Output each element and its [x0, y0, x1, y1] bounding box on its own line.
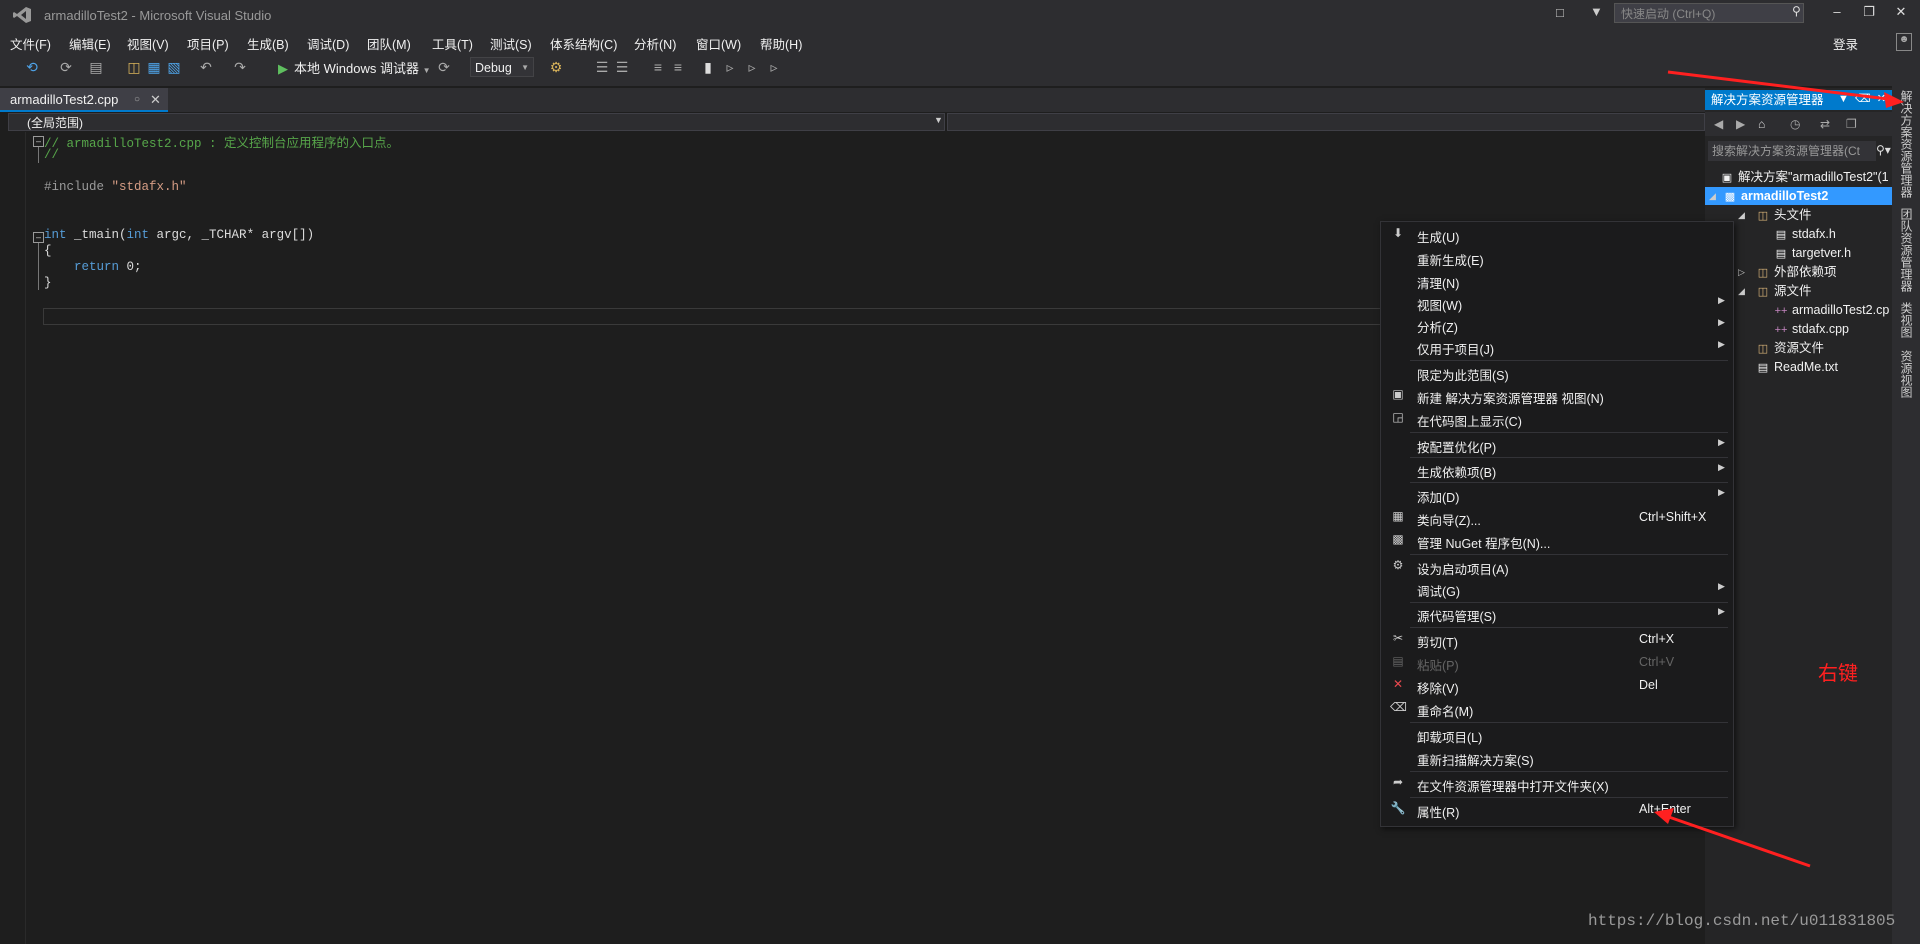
annotation-label: 右键	[1818, 663, 1858, 685]
annotation-arrowhead	[1654, 808, 1674, 824]
annotation-arrows	[1654, 70, 1904, 868]
annotation-arrow-line	[1667, 70, 1897, 102]
annotation-arrowhead	[1884, 92, 1904, 108]
annotation-arrow-line	[1665, 814, 1811, 868]
watermark: https://blog.csdn.net/u011831805	[1588, 912, 1896, 930]
